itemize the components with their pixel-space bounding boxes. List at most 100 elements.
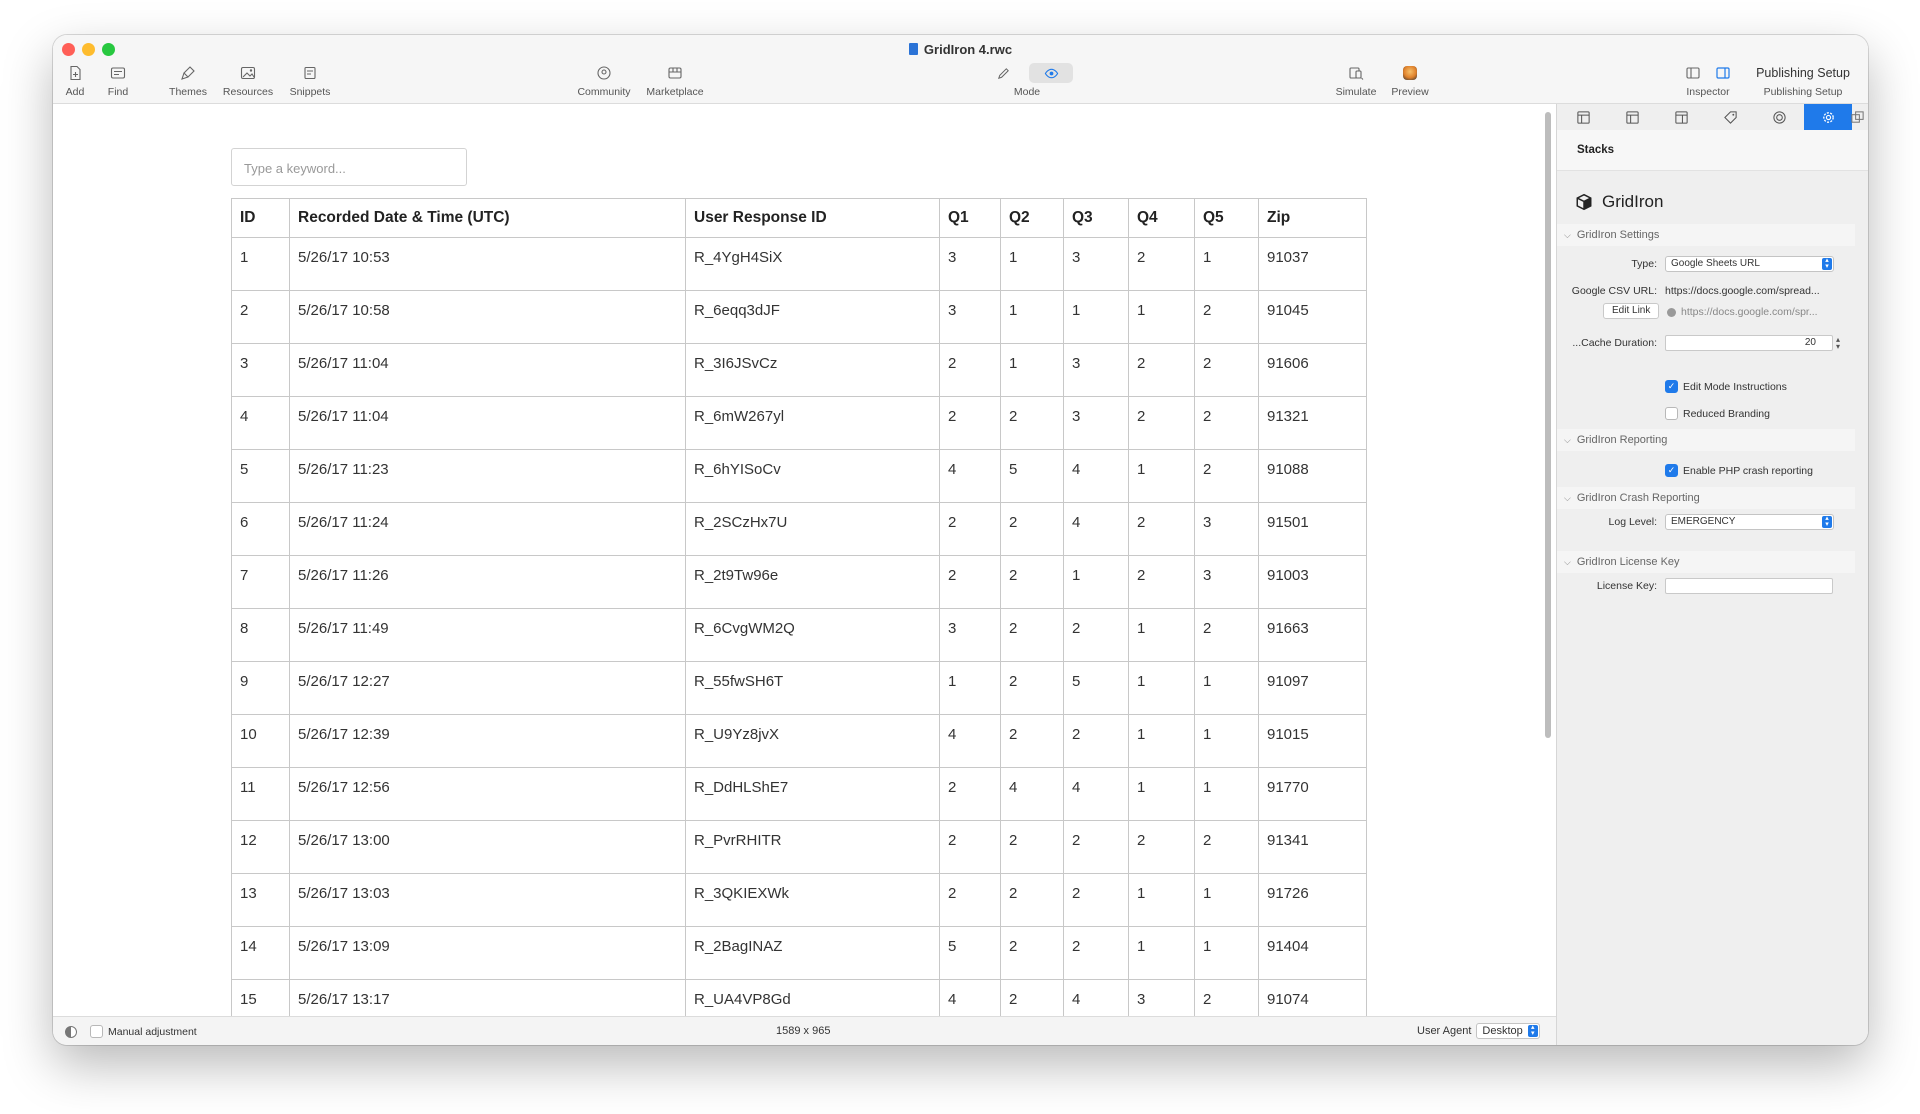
header-q5[interactable]: Q5: [1194, 198, 1259, 238]
table-cell: 5/26/17 13:09: [289, 926, 686, 980]
header-q1[interactable]: Q1: [939, 198, 1001, 238]
sidebar-left-icon[interactable]: [1685, 65, 1701, 81]
table-cell: 91074: [1258, 979, 1367, 1016]
resources-button[interactable]: Resources: [218, 63, 278, 98]
table-cell: 2: [1128, 237, 1195, 291]
appearance-contrast-icon[interactable]: [65, 1025, 77, 1038]
gear-icon: [1822, 111, 1834, 123]
edit-mode-button[interactable]: [981, 63, 1025, 83]
simulate-device-icon: [1329, 63, 1383, 83]
inspector-panel-icon[interactable]: [1715, 65, 1731, 81]
tab-effects[interactable]: [1755, 104, 1803, 130]
table-cell: 1: [1000, 290, 1064, 344]
manual-adjustment-checkbox[interactable]: Manual adjustment: [82, 1025, 197, 1038]
edit-mode-instructions-checkbox[interactable]: ✓ Edit Mode Instructions: [1665, 380, 1787, 393]
header-id[interactable]: ID: [231, 198, 290, 238]
php-crash-reporting-checkbox[interactable]: ✓ Enable PHP crash reporting: [1665, 464, 1813, 477]
tab-general[interactable]: [1559, 104, 1607, 130]
status-bar: Manual adjustment 1589 x 965 User Agent …: [53, 1016, 1556, 1045]
table-cell: 1: [1063, 555, 1129, 609]
checkbox-checked-icon[interactable]: ✓: [1665, 464, 1678, 477]
crash-section-header[interactable]: ⌵ GridIron Crash Reporting: [1557, 487, 1855, 509]
simulate-button[interactable]: Simulate: [1329, 63, 1383, 98]
tab-stacks[interactable]: [1804, 104, 1852, 130]
table-cell: 5: [1063, 661, 1129, 715]
table-cell: 2: [939, 873, 1001, 927]
viewport-dimensions: 1589 x 965: [776, 1025, 831, 1037]
table-cell: 2: [1128, 396, 1195, 450]
table-row: 12 5/26/17 13:00 R_PvrRHITR 2 2 2 2 2 91341: [231, 820, 1367, 874]
reduced-branding-checkbox[interactable]: Reduced Branding: [1665, 407, 1770, 420]
link-clear-icon[interactable]: [1667, 307, 1676, 317]
table-cell: 2: [1063, 608, 1129, 662]
find-button[interactable]: Find: [93, 63, 143, 98]
tab-styles[interactable]: [1706, 104, 1754, 130]
marketplace-button[interactable]: Marketplace: [638, 63, 712, 98]
community-icon: [569, 63, 639, 83]
table-cell: R_UA4VP8Gd: [685, 979, 940, 1016]
community-button[interactable]: Community: [569, 63, 639, 98]
snippets-icon: [280, 63, 340, 83]
table-row: 14 5/26/17 13:09 R_2BagINAZ 5 2 2 1 1 91404: [231, 926, 1367, 980]
license-section-header[interactable]: ⌵ GridIron License Key: [1557, 551, 1855, 573]
header-user-response-id[interactable]: User Response ID: [685, 198, 940, 238]
toolbar: GridIron 4.rwc Add Find Themes Resources: [53, 35, 1868, 104]
table-cell: 5/26/17 13:03: [289, 873, 686, 927]
tab-layout[interactable]: [1657, 104, 1705, 130]
table-cell: 2: [1194, 979, 1259, 1016]
publishing-setup-button[interactable]: Publishing Setup Publishing Setup: [1751, 63, 1855, 98]
header-q2[interactable]: Q2: [1000, 198, 1064, 238]
header-recorded-date[interactable]: Recorded Date & Time (UTC): [289, 198, 686, 238]
mode-control[interactable]: Mode: [957, 63, 1097, 98]
content-scrollbar[interactable]: [1545, 112, 1551, 738]
table-cell: 2: [1194, 608, 1259, 662]
license-key-field[interactable]: [1665, 578, 1833, 594]
checkbox-checked-icon[interactable]: ✓: [1665, 380, 1678, 393]
table-cell: 91404: [1258, 926, 1367, 980]
type-select[interactable]: Google Sheets URL ▴ ▾: [1665, 256, 1834, 272]
table-cell: 5/26/17 10:58: [289, 290, 686, 344]
cache-duration-stepper[interactable]: ▴ ▾: [1836, 336, 1840, 351]
table-cell: 2: [1128, 820, 1195, 874]
popup-arrows-icon: ▴ ▾: [1527, 1024, 1538, 1037]
marketplace-store-icon: [638, 63, 712, 83]
table-cell: 4: [939, 979, 1001, 1016]
log-level-select[interactable]: EMERGENCY ▴ ▾: [1665, 514, 1834, 530]
preview-button[interactable]: Preview: [1385, 63, 1435, 98]
header-zip[interactable]: Zip: [1258, 198, 1367, 238]
preview-mode-button[interactable]: [1029, 63, 1073, 83]
edit-link-button[interactable]: Edit Link: [1603, 303, 1660, 319]
keyword-search-input[interactable]: Type a keyword...: [231, 148, 467, 186]
user-agent-select[interactable]: Desktop ▴ ▾: [1476, 1023, 1540, 1039]
table-cell: 2: [939, 767, 1001, 821]
cache-duration-field[interactable]: 20: [1665, 335, 1833, 351]
pencil-icon: [997, 67, 1009, 79]
table-cell: 5/26/17 11:04: [289, 343, 686, 397]
checkbox-box[interactable]: [90, 1025, 103, 1038]
table-cell: 3: [1194, 502, 1259, 556]
table-cell: R_4YgH4SiX: [685, 237, 940, 291]
reporting-section-header[interactable]: ⌵ GridIron Reporting: [1557, 429, 1855, 451]
type-label: Type:: [1631, 258, 1657, 270]
table-row: 15 5/26/17 13:17 R_UA4VP8Gd 4 2 4 3 2 91074: [231, 979, 1367, 1016]
eye-icon: [1044, 68, 1058, 78]
header-q4[interactable]: Q4: [1128, 198, 1195, 238]
table-cell: 2: [1194, 820, 1259, 874]
header-q3[interactable]: Q3: [1063, 198, 1129, 238]
table-cell: 91341: [1258, 820, 1367, 874]
settings-section-header[interactable]: ⌵ GridIron Settings: [1557, 224, 1855, 246]
app-window: GridIron 4.rwc Add Find Themes Resources: [53, 35, 1868, 1045]
add-button[interactable]: Add: [53, 63, 97, 98]
link-preview[interactable]: https://docs.google.com/spr...: [1667, 306, 1818, 318]
inspector-button[interactable]: Inspector: [1666, 63, 1750, 98]
snippets-button[interactable]: Snippets: [280, 63, 340, 98]
tab-page[interactable]: [1608, 104, 1656, 130]
window-title: GridIron 4.rwc: [53, 42, 1868, 57]
themes-button[interactable]: Themes: [160, 63, 216, 98]
checkbox-unchecked-icon[interactable]: [1665, 407, 1678, 420]
table-cell: 15: [231, 979, 290, 1016]
table-cell: 91501: [1258, 502, 1367, 556]
tab-more[interactable]: [1847, 104, 1867, 130]
table-cell: 2: [1000, 820, 1064, 874]
data-table: ID Recorded Date & Time (UTC) User Respo…: [231, 198, 1367, 1016]
